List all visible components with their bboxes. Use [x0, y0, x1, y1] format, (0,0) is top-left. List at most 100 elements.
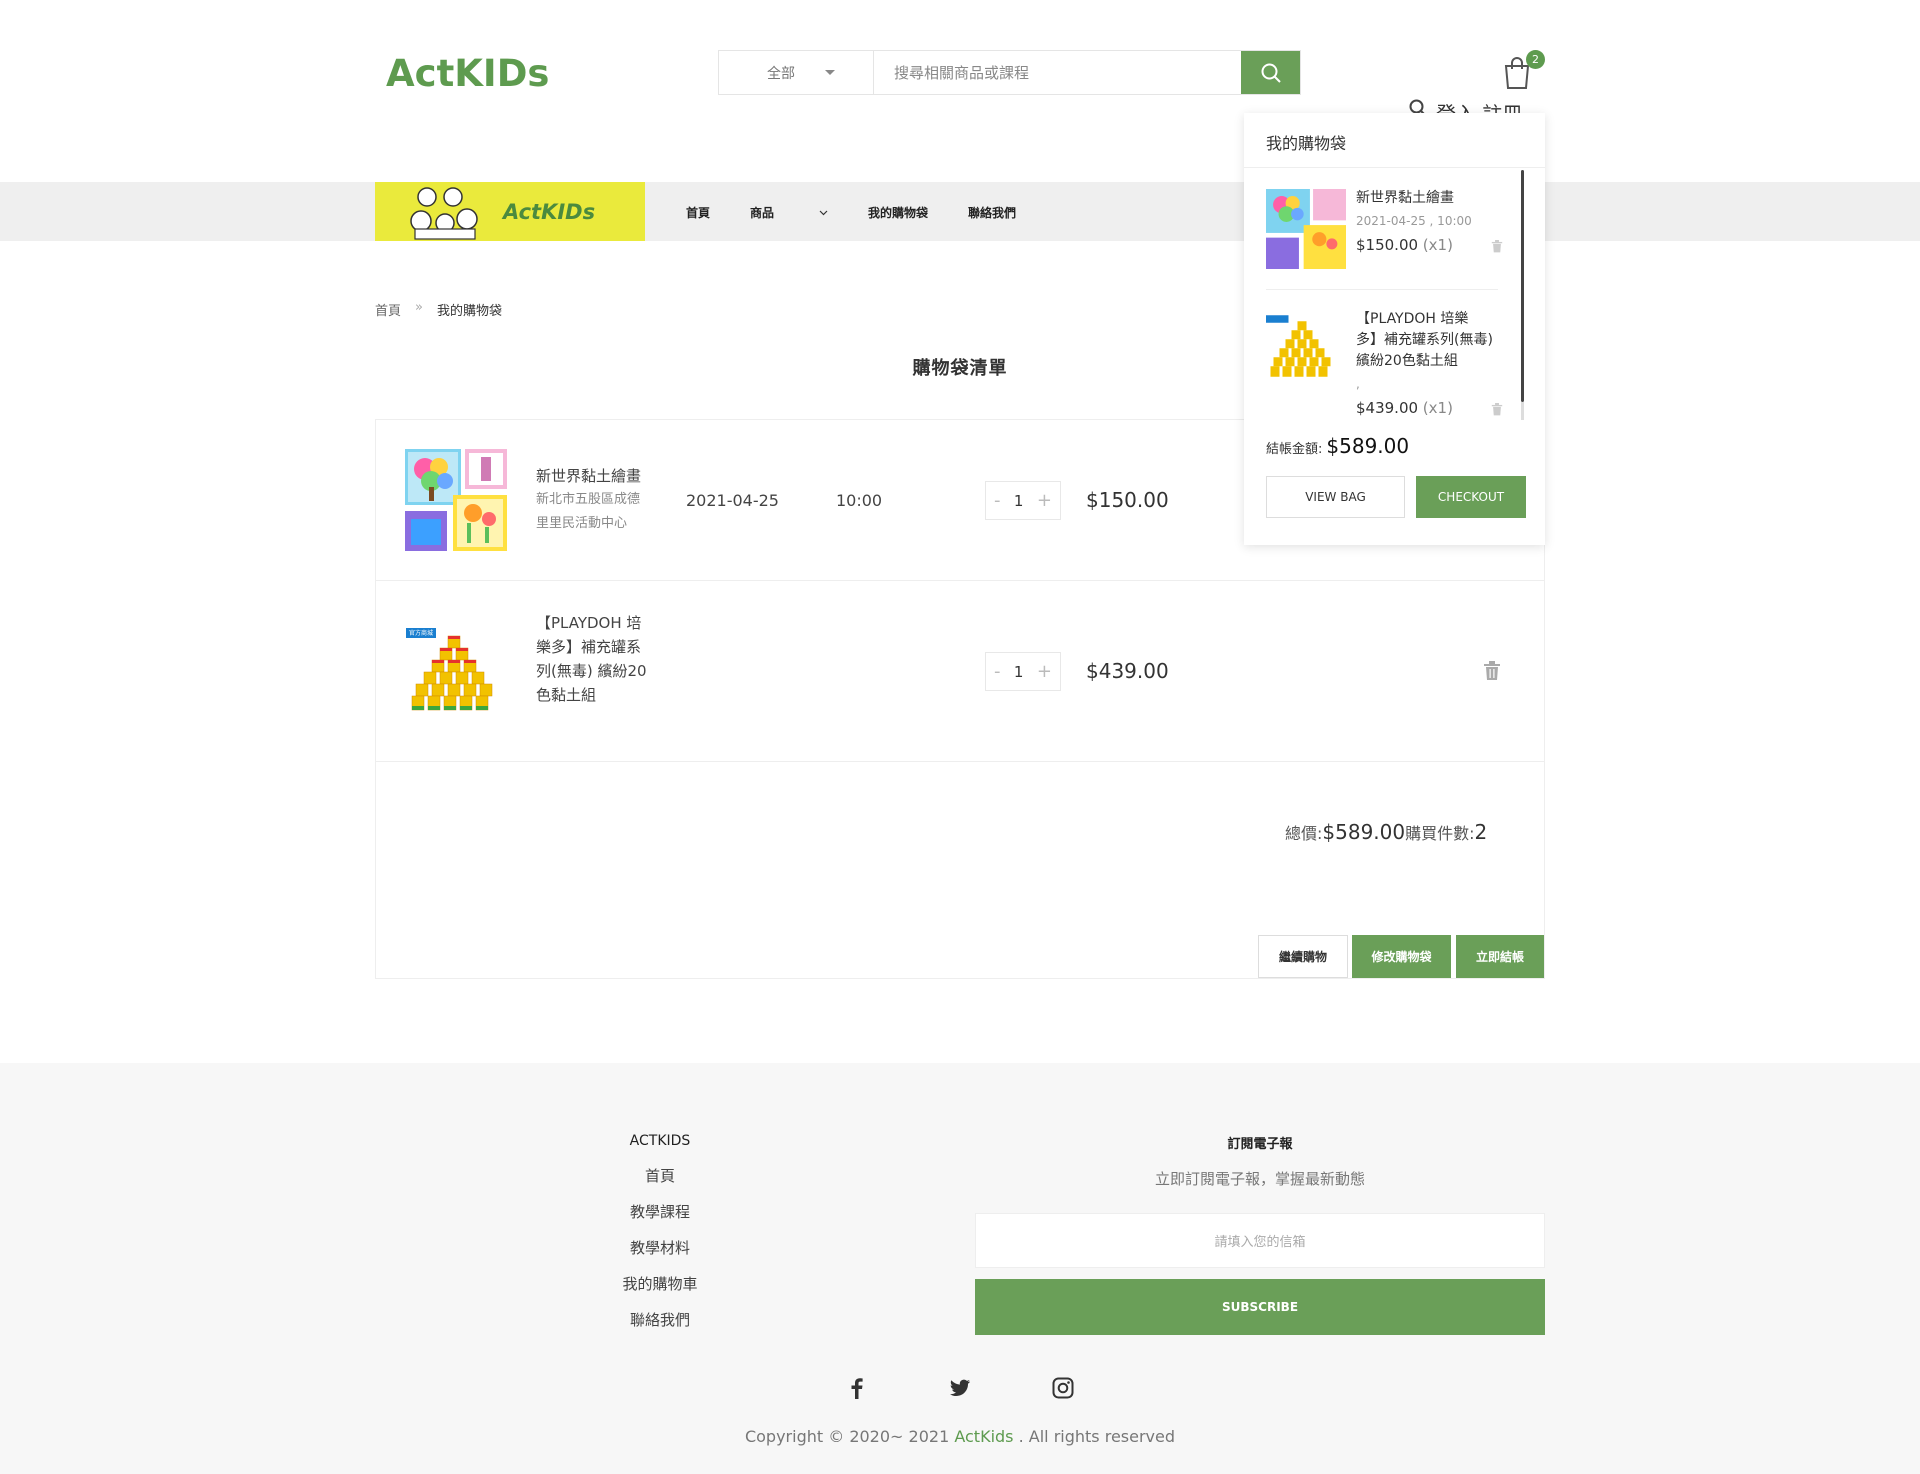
mini-cart-item-qty: (x1) [1418, 399, 1453, 417]
footer-link-materials[interactable]: 教學材料 [560, 1237, 760, 1273]
nav-item-my-bag[interactable]: 我的購物袋 [868, 204, 928, 221]
mini-cart-item-name[interactable]: 【PLAYDOH 培樂 [1356, 309, 1468, 330]
mini-cart-total-value: $589.00 [1326, 434, 1410, 458]
instagram-icon[interactable] [1051, 1376, 1075, 1400]
qty-increase-button[interactable]: + [1037, 490, 1052, 511]
footer-link-my-cart[interactable]: 我的購物車 [560, 1273, 760, 1309]
mini-cart-item-price: $150.00 (x1) [1356, 236, 1453, 254]
kids-illustration-icon [410, 186, 478, 240]
checkout-now-button[interactable]: 立即結帳 [1456, 935, 1544, 978]
nav-item-contact[interactable]: 聯絡我們 [968, 204, 1016, 221]
mini-cart-total-label: 結帳金額: [1266, 442, 1323, 457]
mini-cart-item-price: $439.00 (x1) [1356, 399, 1453, 417]
cart-item-price: $150.00 [1086, 488, 1169, 512]
copyright-prefix: Copyright © 2020~ 2021 [744, 1427, 955, 1446]
breadcrumb-home[interactable]: 首頁 [375, 300, 401, 319]
search-bar: 全部 [718, 50, 1301, 95]
trash-icon[interactable] [1491, 240, 1503, 253]
cart-item-date: 2021-04-25 [686, 491, 779, 510]
official-store-badge: 官方商城 [408, 630, 433, 637]
newsletter-title: 訂閱電子報 [1227, 1137, 1293, 1152]
product-image-playdoh[interactable] [406, 628, 502, 718]
breadcrumb: 首頁 » 我的購物袋 [375, 300, 502, 319]
continue-shopping-button[interactable]: 繼續購物 [1258, 935, 1348, 978]
product-image-clay-painting[interactable] [405, 449, 507, 551]
trash-icon[interactable] [1491, 403, 1503, 416]
qty-decrease-button[interactable]: - [994, 661, 1001, 682]
qty-increase-button[interactable]: + [1037, 661, 1052, 682]
nav-logo-banner[interactable]: ActKIDs [375, 182, 645, 241]
count-value: 2 [1474, 820, 1488, 844]
site-logo[interactable]: ActKIDs [386, 52, 549, 95]
nav-item-products[interactable]: 商品 [750, 204, 828, 221]
view-bag-button[interactable]: VIEW BAG [1266, 476, 1405, 518]
mini-cart-item-name[interactable]: 新世界黏土繪畫 [1356, 188, 1454, 209]
chevron-down-icon [819, 210, 828, 215]
mini-cart-item-date: , [1356, 377, 1360, 391]
footer-link-courses[interactable]: 教學課程 [560, 1201, 760, 1237]
search-input[interactable] [874, 51, 1241, 94]
mini-cart-scrollbar-track [1521, 402, 1524, 420]
chevron-down-icon [825, 70, 835, 75]
total-label: 總價: [1285, 824, 1323, 843]
mini-cart-total: 結帳金額: $589.00 [1266, 434, 1409, 458]
cart-item-location: 新北市五股區成德 [536, 492, 641, 507]
mini-cart-item-divider [1266, 289, 1498, 290]
mini-cart-item-image[interactable] [1266, 313, 1338, 385]
mini-cart-item-image[interactable] [1266, 189, 1346, 269]
newsletter-section: 訂閱電子報 立即訂閱電子報，掌握最新動態 [975, 1133, 1545, 1189]
copyright-suffix: . All rights reserved [1013, 1427, 1176, 1446]
qty-value[interactable]: 1 [1014, 663, 1024, 681]
copyright-brand-link[interactable]: ActKids [954, 1427, 1013, 1446]
cart-totals: 總價: $589.00 購買件數: 2 [1285, 820, 1487, 844]
cart-item-location: 里里民活動中心 [536, 516, 628, 531]
nav-item-products-label: 商品 [750, 206, 775, 220]
nav-item-home[interactable]: 首頁 [686, 204, 710, 221]
mini-cart-item-date: 2021-04-25 , 10:00 [1356, 214, 1472, 228]
mini-cart-scrollbar[interactable] [1521, 170, 1524, 402]
cart-item-name[interactable]: 樂多】補充罐系 [536, 635, 641, 659]
copyright: Copyright © 2020~ 2021 ActKids . All rig… [0, 1427, 1920, 1446]
nav-brand-text: ActKIDs [503, 199, 596, 224]
mini-cart-title: 我的購物袋 [1266, 134, 1347, 153]
search-category-select[interactable]: 全部 [719, 51, 874, 94]
page-title: 購物袋清單 [912, 358, 1008, 379]
cart-item-name[interactable]: 新世界黏土繪畫 [536, 464, 641, 488]
mini-cart-item-name[interactable]: 多】補充罐系列(無毒) [1356, 330, 1493, 351]
total-value: $589.00 [1322, 820, 1406, 844]
mini-cart-item-qty: (x1) [1418, 236, 1453, 254]
footer-column-title: ACTKIDS [629, 1133, 691, 1149]
cart-item-name[interactable]: 色黏土組 [536, 683, 596, 707]
nav-menu: 首頁 商品 我的購物袋 聯絡我們 [686, 204, 1056, 221]
footer-link-contact[interactable]: 聯絡我們 [560, 1309, 760, 1345]
mini-cart-item-price-value: $150.00 [1356, 236, 1419, 254]
row-divider [376, 580, 1544, 581]
search-button[interactable] [1241, 51, 1300, 94]
subscribe-button[interactable]: SUBSCRIBE [975, 1279, 1545, 1335]
modify-bag-button[interactable]: 修改購物袋 [1352, 935, 1451, 978]
twitter-icon[interactable] [948, 1376, 972, 1400]
cart-item-price: $439.00 [1086, 659, 1169, 683]
breadcrumb-separator: » [415, 300, 423, 315]
qty-value[interactable]: 1 [1014, 492, 1024, 510]
cart-item-name[interactable]: 列(無毒) 繽紛20 [536, 659, 647, 683]
cart-item-name[interactable]: 【PLAYDOH 培 [536, 611, 641, 635]
mini-cart-item-name[interactable]: 繽紛20色黏土組 [1356, 351, 1458, 372]
footer-link-home[interactable]: 首頁 [560, 1165, 760, 1201]
count-label: 購買件數: [1405, 824, 1475, 843]
facebook-icon[interactable] [845, 1376, 869, 1400]
footer-links-column: ACTKIDS 首頁 教學課程 教學材料 我的購物車 聯絡我們 [560, 1133, 760, 1345]
quantity-stepper: - 1 + [985, 652, 1061, 691]
newsletter-email-field[interactable]: 請填入您的信箱 [975, 1213, 1545, 1268]
mini-cart-dropdown: 我的購物袋 新世界黏土繪畫 2021-04-25 , 10:00 $150.00… [1244, 113, 1545, 545]
row-divider [376, 761, 1544, 762]
newsletter-subtitle: 立即訂閱電子報，掌握最新動態 [1154, 1170, 1365, 1188]
mini-cart-divider [1244, 167, 1545, 168]
qty-decrease-button[interactable]: - [994, 490, 1001, 511]
trash-icon[interactable] [1483, 661, 1501, 681]
mini-cart-item-price-value: $439.00 [1356, 399, 1419, 417]
footer [0, 1063, 1920, 1474]
checkout-button[interactable]: CHECKOUT [1416, 476, 1526, 518]
cart-count-badge: 2 [1526, 50, 1545, 69]
quantity-stepper: - 1 + [985, 481, 1061, 520]
